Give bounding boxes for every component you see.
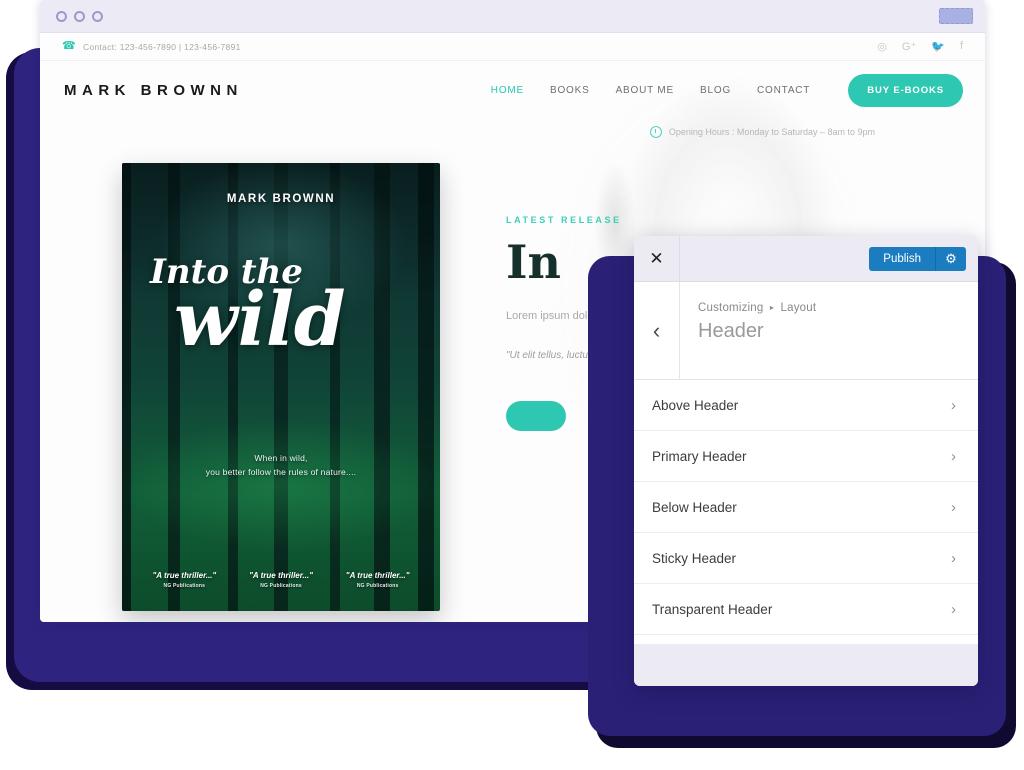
chevron-right-icon: ›: [951, 498, 956, 516]
chevron-right-icon: ›: [951, 549, 956, 567]
phone-icon: ☎: [62, 40, 77, 52]
book-author-name: MARK BROWNN: [226, 193, 336, 205]
breadcrumb-section[interactable]: Layout: [781, 302, 817, 314]
review-quote-publisher: NG Publications: [356, 583, 399, 589]
review-quote-text: "A true thriller...": [249, 571, 313, 580]
google-plus-icon[interactable]: G⁺: [902, 40, 916, 53]
instagram-icon[interactable]: ◎: [877, 40, 887, 53]
publish-button-group: Publish ⚙: [869, 246, 966, 271]
main-navigation: HOME BOOKS ABOUT ME BLOG CONTACT BUY E-B…: [491, 73, 963, 107]
review-quote: "A true thriller..." NG Publications: [233, 571, 330, 589]
panel-title: Header: [698, 320, 764, 342]
hero-cta-button[interactable]: [506, 401, 566, 432]
contact-text: Contact: 123-456-7890 | 123-456-7891: [83, 41, 241, 52]
hero-eyebrow: LATEST RELEASE: [506, 215, 622, 225]
customizer-panel: ✕ Publish ⚙ ‹ Customizing ▸ Layout Heade…: [634, 236, 978, 686]
window-maximize-dot[interactable]: [92, 10, 103, 22]
list-item-transparent-header[interactable]: Transparent Header ›: [634, 584, 978, 635]
list-item-below-header[interactable]: Below Header ›: [634, 482, 978, 533]
review-quote-text: "A true thriller...": [345, 571, 410, 580]
list-item-label: Above Header: [652, 397, 739, 413]
review-quote-publisher: NG Publications: [163, 583, 206, 589]
customizer-header: ‹ Customizing ▸ Layout Header: [634, 282, 978, 380]
book-tagline-line-1: When in wild,: [254, 453, 308, 463]
book-cover[interactable]: MARK BROWNN Into the wild When in wild, …: [122, 163, 440, 611]
window-close-dot[interactable]: [56, 10, 67, 22]
chevron-right-icon: ›: [951, 447, 956, 465]
list-item-above-header[interactable]: Above Header ›: [634, 380, 978, 431]
review-quote: "A true thriller..." NG Publications: [136, 571, 233, 589]
publish-button[interactable]: Publish: [869, 246, 936, 271]
cover-haze-overlay: [122, 163, 440, 611]
breadcrumb-separator-icon: ▸: [769, 303, 775, 313]
review-quote-publisher: NG Publications: [260, 583, 302, 589]
review-quote: "A true thriller..." NG Publications: [329, 571, 426, 589]
breadcrumb-root[interactable]: Customizing: [698, 302, 763, 314]
chevron-right-icon: ›: [951, 600, 956, 618]
book-review-quotes: "A true thriller..." NG Publications "A …: [136, 571, 426, 589]
back-chevron-icon[interactable]: ‹: [634, 282, 680, 379]
customizer-footer: [634, 644, 978, 686]
customizer-toolbar: ✕ Publish ⚙: [634, 236, 978, 282]
book-tagline: When in wild, you better follow the rule…: [122, 451, 440, 480]
review-quote-text: "A true thriller...": [152, 571, 217, 580]
list-item-label: Primary Header: [652, 448, 747, 464]
contact-info: ☎ Contact: 123-456-7890 | 123-456-7891: [62, 41, 241, 52]
browser-tab-placeholder[interactable]: [939, 8, 973, 24]
site-topbar: ☎ Contact: 123-456-7890 | 123-456-7891 ◎…: [40, 33, 985, 61]
nav-item-about-me[interactable]: ABOUT ME: [616, 85, 674, 96]
close-icon[interactable]: ✕: [634, 236, 680, 281]
list-item-label: Sticky Header: [652, 550, 737, 566]
site-primary-header: MARK BROWNN HOME BOOKS ABOUT ME BLOG CON…: [40, 61, 985, 119]
screenshot-stage: ☎ Contact: 123-456-7890 | 123-456-7891 ◎…: [0, 0, 1024, 770]
list-item-primary-header[interactable]: Primary Header ›: [634, 431, 978, 482]
customizer-section-list: Above Header › Primary Header › Below He…: [634, 380, 978, 644]
list-item-label: Below Header: [652, 499, 737, 515]
nav-item-books[interactable]: BOOKS: [550, 85, 590, 96]
social-links[interactable]: ◎ G⁺ 🐦 f: [877, 40, 963, 53]
opening-hours-bar: Opening Hours : Monday to Saturday – 8am…: [40, 119, 985, 145]
chevron-right-icon: ›: [951, 396, 956, 414]
book-title: Into the wild: [122, 255, 440, 357]
window-minimize-dot[interactable]: [74, 10, 85, 22]
book-title-line-2: wild: [174, 277, 346, 363]
window-controls[interactable]: [56, 10, 103, 22]
buy-ebooks-button[interactable]: BUY E-BOOKS: [848, 73, 963, 107]
gear-icon[interactable]: ⚙: [936, 246, 966, 271]
list-item-sticky-header[interactable]: Sticky Header ›: [634, 533, 978, 584]
book-tagline-line-2: you better follow the rules of nature...…: [205, 467, 357, 478]
clock-icon: [649, 126, 662, 138]
nav-item-home[interactable]: HOME: [491, 85, 524, 96]
breadcrumb: Customizing ▸ Layout: [698, 302, 816, 314]
opening-hours-text: Opening Hours : Monday to Saturday – 8am…: [668, 127, 875, 137]
nav-item-contact[interactable]: CONTACT: [757, 85, 810, 96]
nav-item-blog[interactable]: BLOG: [700, 85, 731, 96]
list-item-label: Transparent Header: [652, 601, 773, 617]
browser-chrome: [40, 0, 985, 33]
site-logo[interactable]: MARK BROWNN: [64, 82, 243, 99]
customizer-actions: Publish ⚙: [680, 236, 978, 281]
customizer-header-text: Customizing ▸ Layout Header: [680, 282, 816, 379]
twitter-icon[interactable]: 🐦: [931, 40, 945, 53]
facebook-icon[interactable]: f: [960, 40, 963, 53]
